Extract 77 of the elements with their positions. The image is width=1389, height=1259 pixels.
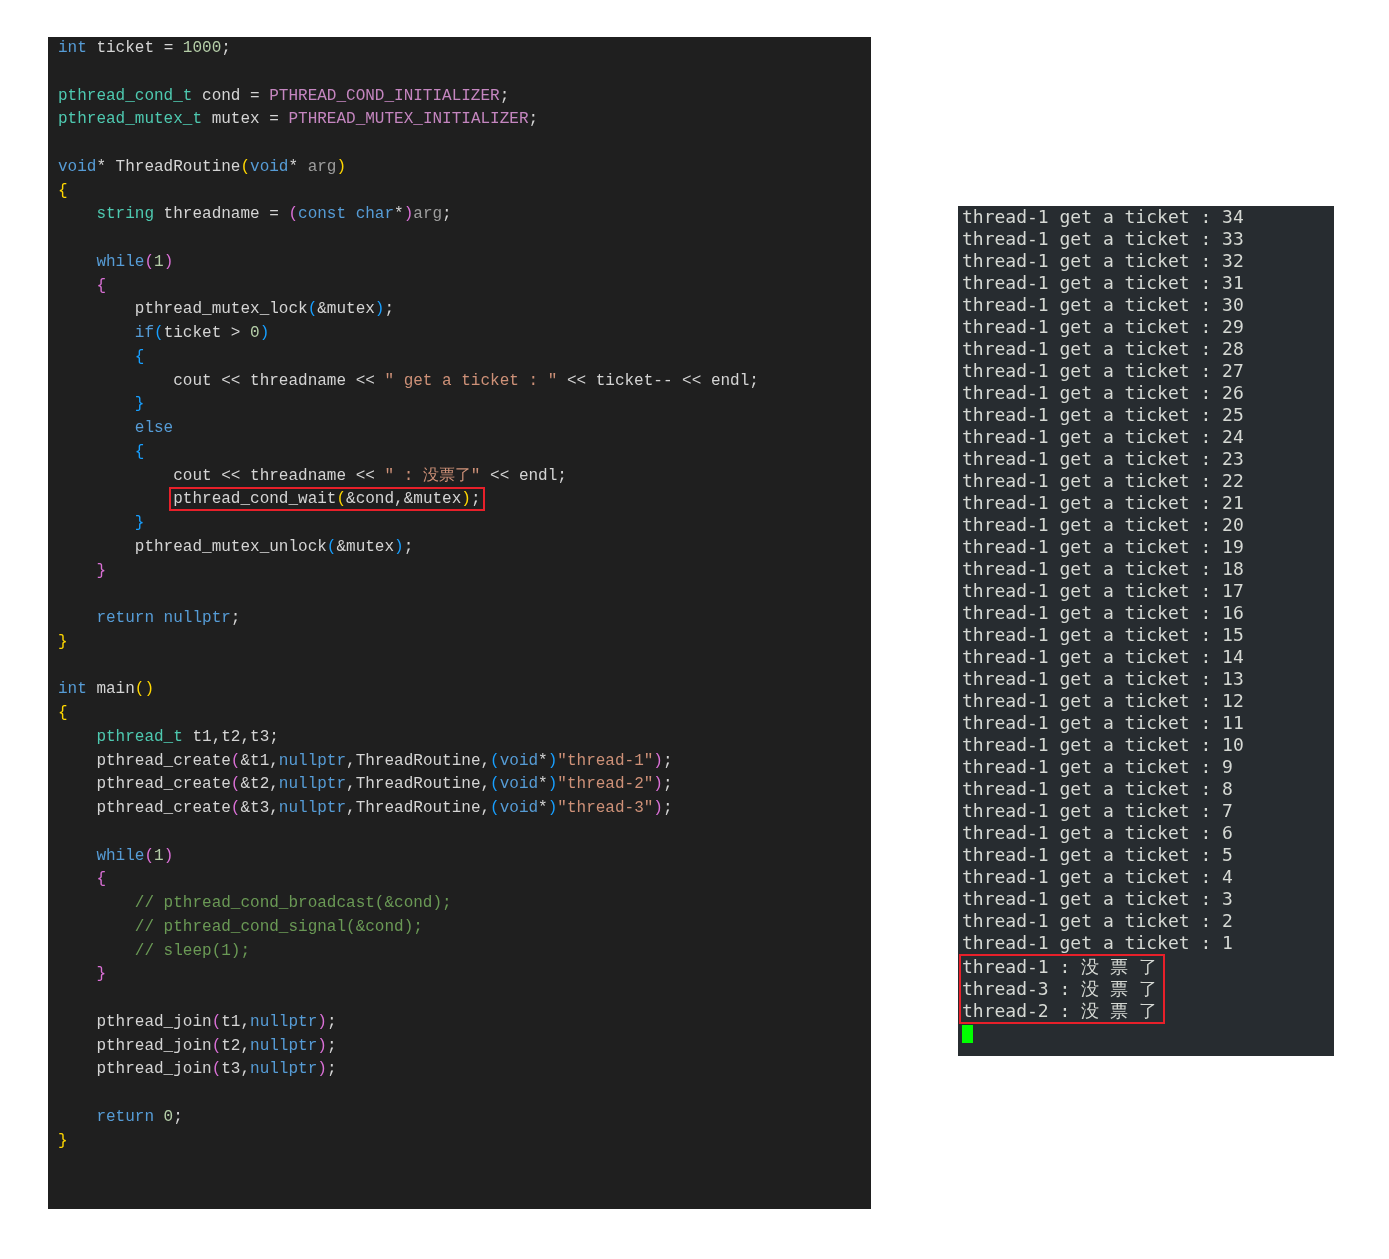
code-line: pthread_mutex_lock(&mutex); [133,299,396,321]
terminal-line: thread-1 get a ticket : 5 [962,844,1234,866]
terminal-line: thread-1 get a ticket : 25 [962,404,1245,426]
code-line: pthread_cond_t cond = PTHREAD_COND_INITIALIZER; [58,85,511,107]
code-line: { [95,275,107,297]
code-line: int ticket = 1000; [58,38,232,59]
terminal-line: thread-1 : 没 票 了 [962,956,1157,978]
terminal-line: thread-1 get a ticket : 14 [962,646,1245,668]
terminal-line: thread-1 get a ticket : 22 [962,470,1245,492]
terminal-line: thread-1 get a ticket : 29 [962,316,1245,338]
terminal-line: thread-1 get a ticket : 19 [962,536,1245,558]
terminal-line: thread-1 get a ticket : 6 [962,822,1234,844]
code-line: // pthread_cond_broadcast(&cond); [133,893,453,914]
terminal-line: thread-1 get a ticket : 7 [962,800,1234,822]
terminal-line: thread-1 get a ticket : 27 [962,360,1245,382]
code-line: } [58,631,69,653]
code-line: while(1) [95,251,175,273]
code-line: pthread_t t1,t2,t3; [95,726,280,748]
terminal-line: thread-1 get a ticket : 30 [962,294,1245,316]
terminal-line: thread-1 get a ticket : 11 [962,712,1245,734]
terminal-line: thread-1 get a ticket : 28 [962,338,1245,360]
terminal-line: thread-1 get a ticket : 26 [962,382,1245,404]
code-line: // pthread_cond_signal(&cond); [133,916,424,938]
terminal-line: thread-2 : 没 票 了 [962,1000,1157,1022]
terminal-line: thread-1 get a ticket : 12 [962,690,1245,712]
code-line: } [95,964,107,986]
terminal-line: thread-3 : 没 票 了 [962,978,1157,1000]
terminal-line: thread-1 get a ticket : 34 [962,206,1245,228]
terminal-line: thread-1 get a ticket : 4 [962,866,1234,888]
code-line: // sleep(1); [133,940,252,962]
code-line: return nullptr; [95,608,242,629]
terminal-line: thread-1 get a ticket : 33 [962,228,1245,250]
code-line: { [58,703,69,724]
code-line: void* ThreadRoutine(void* arg) [58,156,348,178]
code-line: } [95,560,107,582]
code-line: pthread_create(&t1,nullptr,ThreadRoutine,(void*)"thread-1"); [95,750,674,772]
terminal-line: thread-1 get a ticket : 17 [962,580,1245,602]
terminal-line: thread-1 get a ticket : 3 [962,888,1234,910]
terminal-line: thread-1 get a ticket : 8 [962,778,1234,800]
terminal-line: thread-1 get a ticket : 31 [962,272,1245,294]
code-line: pthread_create(&t2,nullptr,ThreadRoutine,(void*)"thread-2"); [95,774,674,796]
code-line: else [133,418,175,439]
terminal-line: thread-1 get a ticket : 16 [962,602,1245,624]
code-line: return 0; [95,1106,184,1128]
terminal-cursor [962,1025,973,1043]
code-line: { [133,441,146,463]
terminal-line: thread-1 get a ticket : 1 [962,932,1234,954]
code-line: pthread_join(t2,nullptr); [95,1035,338,1057]
code-line: string threadname = (const char*)arg; [95,204,453,226]
code-line: { [58,180,69,202]
code-line: } [133,513,146,534]
code-line: cout << threadname << " get a ticket : " << ticket-- << endl; [172,370,760,392]
code-line: pthread_join(t1,nullptr); [95,1011,338,1033]
code-line: while(1) [95,845,175,867]
code-line: pthread_create(&t3,nullptr,ThreadRoutine,(void*)"thread-3"); [95,798,674,819]
code-line: pthread_mutex_t mutex = PTHREAD_MUTEX_INITIALIZER; [58,109,540,131]
terminal-line: thread-1 get a ticket : 15 [962,624,1245,646]
code-line: cout << threadname << " : 没票了" << endl; [172,465,568,487]
code-line: if(ticket > 0) [133,323,271,344]
terminal-line: thread-1 get a ticket : 32 [962,250,1245,272]
terminal-line: thread-1 get a ticket : 9 [962,756,1234,778]
terminal-line: thread-1 get a ticket : 10 [962,734,1245,756]
terminal-line: thread-1 get a ticket : 18 [962,558,1245,580]
code-line: pthread_join(t3,nullptr); [95,1059,338,1081]
code-line: { [95,869,107,891]
code-line: { [133,346,146,368]
code-line: } [133,394,146,416]
code-line: pthread_mutex_unlock(&mutex); [133,536,415,558]
terminal-line: thread-1 get a ticket : 23 [962,448,1245,470]
code-line: int main() [58,679,156,701]
terminal-line: thread-1 get a ticket : 20 [962,514,1245,536]
code-line: } [58,1130,69,1152]
terminal-line: thread-1 get a ticket : 24 [962,426,1245,448]
terminal-line: thread-1 get a ticket : 21 [962,492,1245,514]
terminal-line: thread-1 get a ticket : 13 [962,668,1245,690]
highlighted-code: pthread_cond_wait(&cond,&mutex); [169,487,485,512]
terminal-line: thread-1 get a ticket : 2 [962,910,1234,932]
